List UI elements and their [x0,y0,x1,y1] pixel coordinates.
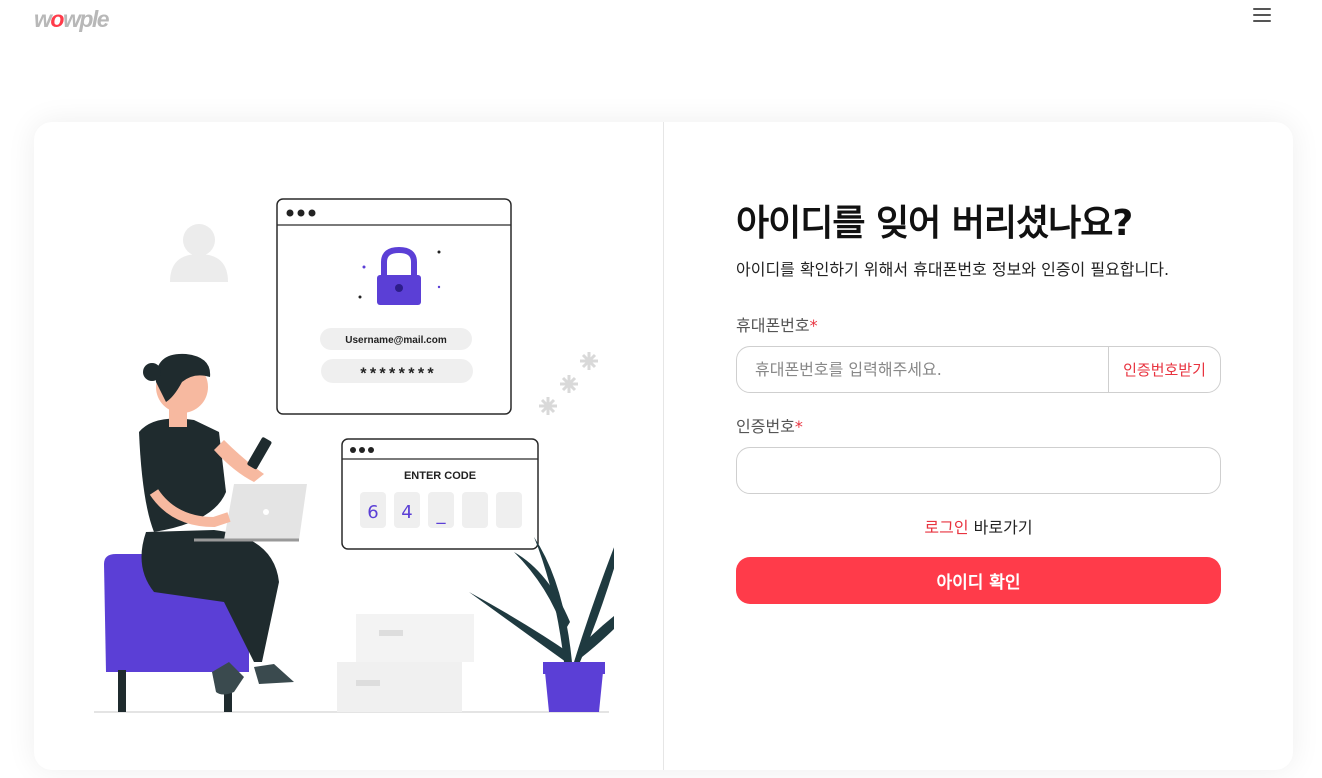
logo[interactable]: wowple [34,6,110,33]
forgot-password-illustration: Username@mail.com ******** ENTER CODE 6 … [94,198,614,713]
phone-field: 인증번호받기 [736,346,1221,393]
header: wowple [0,0,1322,40]
hamburger-menu-icon[interactable] [1253,8,1271,24]
code-digit: 4 [401,502,412,523]
page-subtitle: 아이디를 확인하기 위해서 휴대폰번호 정보와 인증이 필요합니다. [736,260,1170,279]
asterisk-decoration [539,352,598,415]
enter-code-window-graphic: ENTER CODE 6 4 _ [341,438,539,550]
phone-input[interactable] [737,347,1109,392]
login-link-row: 로그인 바로가기 [736,514,1221,538]
login-link-suffix: 바로가기 [968,518,1033,537]
find-id-form: 아이디를 잊어 버리셨나요? 아이디를 확인하기 위해서 휴대폰번호 정보와 인… [736,122,1221,770]
login-window-graphic: Username@mail.com ******** [276,198,512,415]
code-label: 인증번호* [736,413,803,437]
required-mark: * [794,417,803,436]
card-divider [663,122,664,770]
phone-label-text: 휴대폰번호 [736,316,810,335]
illustration-password: ******** [359,366,436,384]
code-label-text: 인증번호 [736,417,795,436]
confirm-id-button[interactable]: 아이디 확인 [736,557,1221,604]
code-field [736,447,1221,494]
user-silhouette-icon [170,224,228,282]
code-digit: 6 [367,502,378,523]
get-code-button[interactable]: 인증번호받기 [1108,347,1220,392]
code-input[interactable] [737,448,1220,493]
boxes-graphic [337,614,474,712]
code-digit: _ [436,504,447,525]
login-link[interactable]: 로그인 [924,518,968,537]
required-mark: * [809,316,818,335]
find-id-card: Username@mail.com ******** ENTER CODE 6 … [34,122,1293,770]
enter-code-title: ENTER CODE [404,470,476,482]
phone-label: 휴대폰번호* [736,312,818,336]
illustration-email: Username@mail.com [345,335,447,346]
page-title: 아이디를 잊어 버리셨나요? [736,203,1133,244]
